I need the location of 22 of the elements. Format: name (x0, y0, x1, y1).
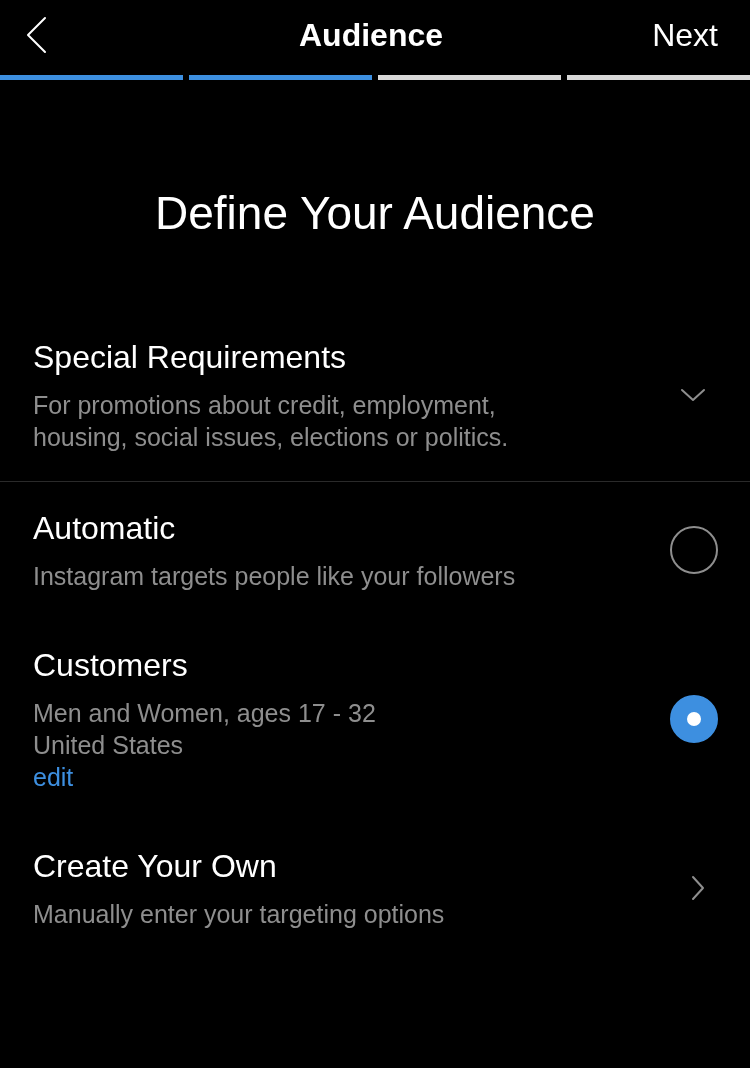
screen-title: Audience (299, 17, 443, 54)
option-description: Manually enter your targeting options (33, 899, 446, 930)
next-button[interactable]: Next (652, 17, 718, 54)
option-description: Men and Women, ages 17 - 32 (33, 698, 377, 729)
edit-link[interactable]: edit (33, 761, 74, 793)
option-title: Special Requirements (33, 338, 348, 377)
radio-button[interactable] (670, 526, 718, 574)
option-title: Create Your Own (33, 847, 278, 886)
option-row[interactable]: Special Requirements For promotions about credit, employment, housing, social issues, elections or politics. (0, 311, 750, 482)
option-row[interactable]: Customers Men and Women, ages 17 - 32 United States edit (0, 619, 750, 820)
back-button[interactable] (24, 14, 48, 55)
option-description: Instagram targets people like your followers (33, 561, 517, 592)
chevron-down-icon[interactable] (680, 387, 706, 403)
radio-button[interactable] (670, 695, 718, 743)
page-heading: Define Your Audience (154, 186, 596, 241)
option-title: Customers (33, 646, 189, 685)
option-description: For promotions about credit, employment, housing, social issues, elections or politics. (33, 390, 510, 453)
option-title: Automatic (33, 509, 177, 548)
option-description: United States (33, 730, 185, 761)
chevron-right-icon[interactable] (690, 874, 706, 902)
option-row[interactable]: Automatic Instagram targets people like your followers (0, 482, 750, 619)
option-row[interactable]: Create Your Own Manually enter your targeting options (0, 820, 750, 957)
